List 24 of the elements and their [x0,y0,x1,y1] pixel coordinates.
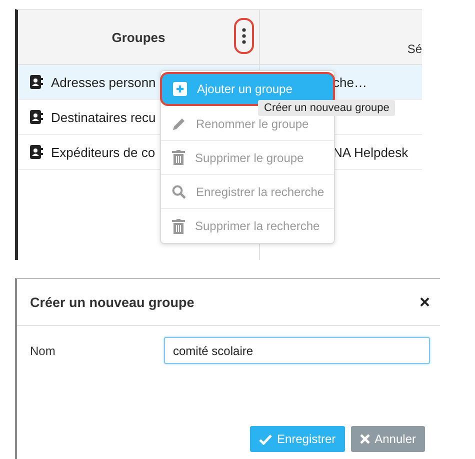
column-header: Sé [407,42,422,56]
group-name: Adresses personn [51,74,156,90]
contact-card-icon [30,145,43,159]
group-name: Expéditeurs de co [51,144,156,160]
cancel-button[interactable]: Annuler [350,426,425,452]
plus-square-icon [173,82,187,96]
close-icon [360,434,370,444]
contact-card-icon [30,75,43,89]
trash-icon [172,218,185,234]
tooltip: Créer un nouveau groupe [258,100,396,116]
checkmark-icon [258,434,272,444]
field-label: Nom [30,344,56,358]
dialog-title: Créer un nouveau groupe [30,294,194,310]
pencil-icon [172,116,186,130]
more-options-button[interactable] [234,18,254,54]
search-icon [172,184,186,198]
name-input-field[interactable]: comité scolaire [164,337,430,364]
save-button[interactable]: Enregistrer [250,426,345,452]
contact-card-icon [30,110,43,124]
vertical-dots-icon [242,28,246,44]
column-header: Groupes [112,30,166,44]
close-button[interactable]: × [419,292,430,312]
trash-icon [172,150,185,165]
group-name: Destinataires recu [51,110,156,124]
